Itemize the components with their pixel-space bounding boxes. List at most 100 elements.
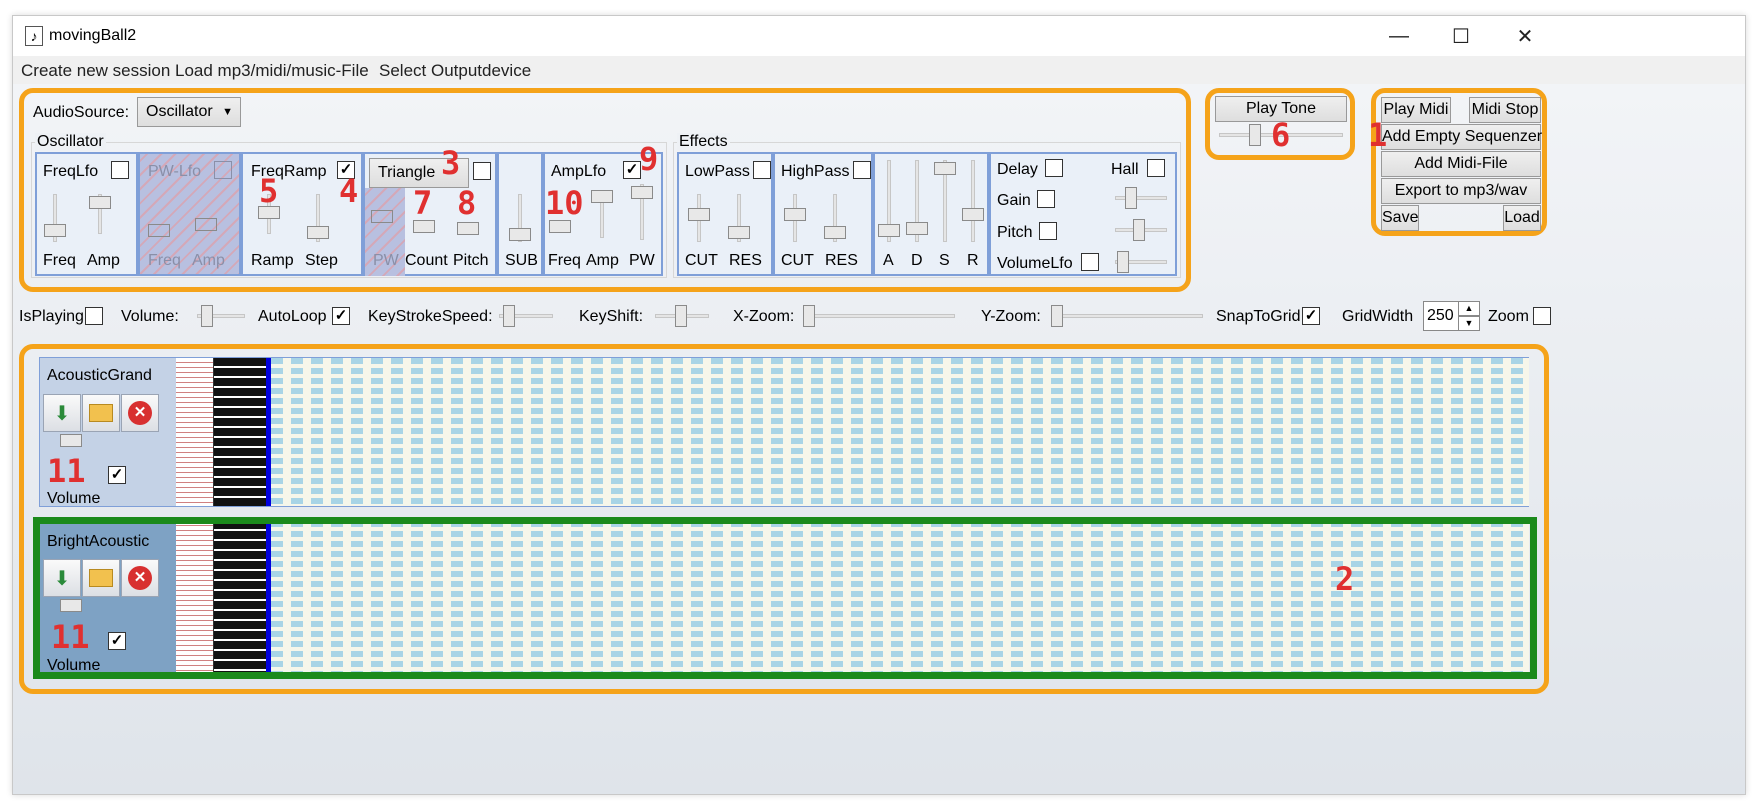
volumelfo-checkbox[interactable] <box>1081 253 1099 271</box>
music-note-icon: ♪ <box>25 26 43 46</box>
midi-stop-button[interactable]: Midi Stop <box>1469 97 1541 123</box>
spin-up-icon[interactable]: ▲ <box>1458 301 1480 316</box>
xzoom-slider-track <box>803 314 955 318</box>
tone-slider[interactable] <box>1249 124 1261 146</box>
release-slider[interactable] <box>962 208 984 221</box>
snaptogrid-checkbox[interactable]: ✓ <box>1302 307 1320 325</box>
lowpass-cut-label: CUT <box>685 252 718 269</box>
hall-label: Hall <box>1111 161 1139 178</box>
lowpass-res-slider[interactable] <box>728 226 750 239</box>
keystroke-label: KeyStrokeSpeed: <box>368 308 493 325</box>
pwlfo-freq-label: Freq <box>148 252 181 269</box>
close-button[interactable]: ✕ <box>1495 16 1555 56</box>
pw-slider[interactable] <box>371 210 393 223</box>
menu-load-file[interactable]: Load mp3/midi/music-File <box>175 61 369 81</box>
highpass-checkbox[interactable] <box>853 161 871 179</box>
amp-label: Amp <box>87 252 120 269</box>
keyshift-slider[interactable] <box>675 305 687 327</box>
isplaying-checkbox[interactable] <box>85 307 103 325</box>
freqlfo-checkbox[interactable] <box>111 161 129 179</box>
add-empty-sequenzer-button[interactable]: Add Empty Sequenzer <box>1381 124 1542 150</box>
amplfo-pw-slider[interactable] <box>631 186 653 199</box>
yzoom-slider[interactable] <box>1051 305 1063 327</box>
lowpass-res-label: RES <box>729 252 762 269</box>
main-content: AudioSource: Oscillator ▼ Oscillator Freq… <box>13 84 1745 794</box>
maximize-button[interactable]: ☐ <box>1431 16 1491 56</box>
menu-select-output[interactable]: Select Outputdevice <box>379 61 531 81</box>
hall-slider[interactable] <box>1125 187 1137 209</box>
delete-icon[interactable]: ✕ <box>121 394 159 432</box>
lowpass-checkbox[interactable] <box>753 161 771 179</box>
annotation-10: 10 <box>545 184 584 222</box>
sub-slider[interactable] <box>509 228 531 241</box>
annotation-11-track2: 11 <box>51 618 90 656</box>
menu-create-session[interactable]: Create new session <box>21 61 170 81</box>
track-name: AcousticGrand <box>47 367 152 384</box>
amplfo-amp-slider[interactable] <box>591 190 613 203</box>
effects-title: Effects <box>677 133 730 151</box>
hall-slider-track <box>1115 196 1167 200</box>
track-volume-slider[interactable] <box>60 434 82 447</box>
sub-panel: SUB <box>497 152 543 276</box>
note-grid[interactable] <box>271 358 1529 506</box>
pwlfo-label: PW-Lfo <box>148 163 202 180</box>
gain-checkbox[interactable] <box>1037 190 1055 208</box>
volume-slider[interactable] <box>201 305 213 327</box>
pwlfo-checkbox[interactable] <box>214 161 232 179</box>
gridwidth-input[interactable]: 250 <box>1423 301 1459 331</box>
keystroke-slider[interactable] <box>503 305 515 327</box>
audiosource-label: AudioSource: <box>33 104 130 121</box>
pwlfo-freq-slider[interactable] <box>148 224 170 237</box>
freq-slider[interactable] <box>44 224 66 237</box>
volume-label: Volume: <box>121 308 179 325</box>
lowpass-cut-slider[interactable] <box>688 208 710 221</box>
highpass-cut-slider[interactable] <box>784 208 806 221</box>
annotation-5: 5 <box>259 172 279 210</box>
play-midi-button[interactable]: Play Midi <box>1381 97 1451 123</box>
attack-slider[interactable] <box>878 224 900 237</box>
pitch-fx-checkbox[interactable] <box>1039 222 1057 240</box>
autoloop-checkbox[interactable]: ✓ <box>332 307 350 325</box>
save-button[interactable]: Save <box>1381 205 1419 231</box>
yzoom-label: Y-Zoom: <box>981 308 1041 325</box>
zoom-checkbox[interactable] <box>1533 307 1551 325</box>
close-icon: ✕ <box>1516 25 1534 48</box>
amp-slider[interactable] <box>89 196 111 209</box>
track-acousticgrand: AcousticGrand ⬇ ✕ ✓ Volume <box>39 357 1529 507</box>
volumelfo-slider[interactable] <box>1117 251 1129 273</box>
annotation-6: 6 <box>1271 116 1291 154</box>
track-checkbox[interactable]: ✓ <box>108 466 126 484</box>
pitch-slider[interactable] <box>457 222 479 235</box>
attack-label: A <box>883 252 894 269</box>
minimize-button[interactable]: — <box>1369 16 1429 56</box>
delay-label: Delay <box>997 161 1038 178</box>
load-button[interactable]: Load <box>1503 205 1541 231</box>
window-title: movingBall2 <box>49 27 137 44</box>
pwlfo-amp-slider[interactable] <box>195 218 217 231</box>
gain-slider[interactable] <box>1133 219 1145 241</box>
annotation-11-track1: 11 <box>47 452 86 490</box>
export-button[interactable]: Export to mp3/wav <box>1381 178 1541 204</box>
fx-panel: Delay Gain Pitch VolumeLfo Hall <box>989 152 1177 276</box>
highpass-cut-label: CUT <box>781 252 814 269</box>
waveform-checkbox[interactable] <box>473 162 491 180</box>
xzoom-slider[interactable] <box>803 305 815 327</box>
app-window: ♪ movingBall2 — ☐ ✕ Create new session L… <box>12 15 1746 795</box>
add-midi-file-button[interactable]: Add Midi-File <box>1381 151 1541 177</box>
hall-checkbox[interactable] <box>1147 159 1165 177</box>
audiosource-value: Oscillator <box>146 103 213 120</box>
step-slider[interactable] <box>307 226 329 239</box>
sustain-slider[interactable] <box>934 162 956 175</box>
audiosource-select[interactable]: Oscillator ▼ <box>137 97 241 127</box>
annotation-2: 2 <box>1335 560 1355 598</box>
download-icon[interactable]: ⬇ <box>43 394 81 432</box>
highpass-res-slider[interactable] <box>824 226 846 239</box>
release-track <box>971 160 975 242</box>
decay-slider[interactable] <box>906 222 928 235</box>
spin-down-icon[interactable]: ▼ <box>1458 316 1480 331</box>
folder-icon[interactable] <box>82 394 120 432</box>
selected-track-highlight <box>33 517 1537 679</box>
snaptogrid-label: SnapToGrid <box>1216 308 1301 325</box>
freqlfo-panel: FreqLfo Freq Amp <box>35 152 138 276</box>
delay-checkbox[interactable] <box>1045 159 1063 177</box>
